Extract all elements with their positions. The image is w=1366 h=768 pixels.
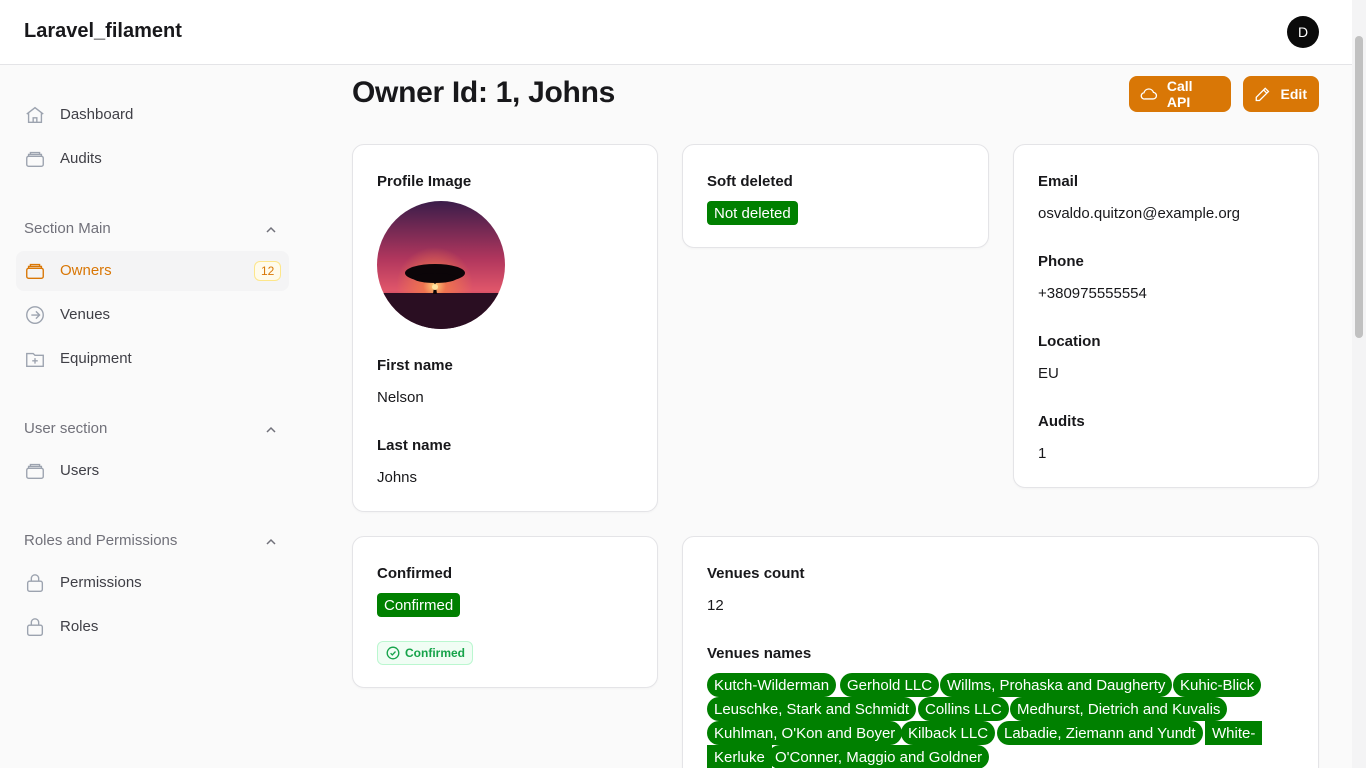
venue-badge: Kilback LLC xyxy=(901,721,996,745)
sidebar-item-dashboard[interactable]: Dashboard xyxy=(16,95,289,135)
email-label: Email xyxy=(1038,173,1079,190)
sidebar-item-label: Audits xyxy=(60,150,102,167)
first-name-label: First name xyxy=(377,357,453,374)
arrow-circle-icon xyxy=(26,306,44,324)
group-roles-permissions[interactable]: Roles and Permissions xyxy=(24,532,282,552)
user-avatar[interactable]: D xyxy=(1287,16,1319,48)
scrollbar-thumb[interactable] xyxy=(1355,36,1363,338)
lock-icon xyxy=(26,574,44,592)
sidebar-item-venues[interactable]: Venues xyxy=(16,295,289,335)
venue-badge: Labadie, Ziemann and Yundt xyxy=(997,721,1203,745)
sidebar: Dashboard Audits Section Main Owners 12 … xyxy=(0,65,305,768)
sidebar-item-label: Users xyxy=(60,462,100,479)
group-user-section[interactable]: User section xyxy=(24,420,282,440)
confirmed-label: Confirmed xyxy=(377,565,452,582)
venue-badge: Collins LLC xyxy=(918,697,1009,721)
stack-icon xyxy=(26,151,44,168)
button-label: Call API xyxy=(1166,78,1193,110)
count-badge: 12 xyxy=(254,261,282,281)
cloud-icon xyxy=(1140,88,1158,100)
profile-image-label: Profile Image xyxy=(377,173,472,190)
venue-badge: Kuhic-Blick xyxy=(1173,673,1262,697)
soft-deleted-label: Soft deleted xyxy=(707,173,793,190)
first-name-value: Nelson xyxy=(377,389,424,406)
profile-card: Profile Image First name Nelson Last nam… xyxy=(352,144,658,512)
group-section-main[interactable]: Section Main xyxy=(24,220,282,240)
group-title: User section xyxy=(24,420,108,437)
group-title: Roles and Permissions xyxy=(24,532,178,549)
home-icon xyxy=(26,106,44,124)
venue-badge: Willms, Prohaska and Daugherty xyxy=(940,673,1173,697)
sidebar-item-audits[interactable]: Audits xyxy=(16,139,289,179)
last-name-value: Johns xyxy=(377,469,418,486)
venue-badge: O'Conner, Maggio and Goldner xyxy=(768,745,990,768)
check-circle-icon xyxy=(386,646,400,660)
venue-badge: Leuschke, Stark and Schmidt xyxy=(707,697,917,721)
sidebar-item-label: Permissions xyxy=(60,574,142,591)
brand-logo[interactable]: Laravel_filament xyxy=(24,20,182,43)
chevron-up-icon[interactable] xyxy=(264,223,278,237)
chevron-up-icon[interactable] xyxy=(264,535,278,549)
venue-badge: Kerluke xyxy=(707,745,772,768)
group-title: Section Main xyxy=(24,220,111,237)
confirmed-status-chip: Confirmed xyxy=(377,641,473,665)
venues-count-label: Venues count xyxy=(707,565,805,582)
sidebar-item-permissions[interactable]: Permissions xyxy=(16,563,289,603)
soft-deleted-card: Soft deleted Not deleted xyxy=(682,144,989,248)
venues-card: Venues count 12 Venues names Kutch-Wilde… xyxy=(682,536,1319,768)
pencil-icon xyxy=(1255,87,1270,102)
edit-button[interactable]: Edit xyxy=(1243,76,1319,112)
contact-card: Email osvaldo.quitzon@example.org Phone … xyxy=(1013,144,1319,488)
chip-label: Confirmed xyxy=(405,646,465,660)
stack-icon xyxy=(26,463,44,480)
confirmed-badge: Confirmed xyxy=(377,593,461,617)
venue-badge: Gerhold LLC xyxy=(840,673,940,697)
confirmed-card: Confirmed Confirmed Confirmed xyxy=(352,536,658,688)
audits-label: Audits xyxy=(1038,413,1085,430)
phone-value: +380975555554 xyxy=(1038,285,1147,302)
venue-badge: Kutch-Wilderman xyxy=(707,673,837,697)
sidebar-item-equipment[interactable]: Equipment xyxy=(16,339,289,379)
lock-icon xyxy=(26,618,44,636)
chevron-up-icon[interactable] xyxy=(264,423,278,437)
folder-plus-icon xyxy=(26,352,44,368)
last-name-label: Last name xyxy=(377,437,452,454)
sidebar-item-label: Equipment xyxy=(60,350,132,367)
page-title: Owner Id: 1, Johns xyxy=(352,76,615,109)
profile-image xyxy=(377,201,505,329)
venue-badge: Kuhlman, O'Kon and Boyer xyxy=(707,721,903,745)
phone-label: Phone xyxy=(1038,253,1084,270)
sidebar-item-roles[interactable]: Roles xyxy=(16,607,289,647)
stack-icon xyxy=(26,263,44,280)
audits-value: 1 xyxy=(1038,445,1047,462)
call-api-button[interactable]: Call API xyxy=(1129,76,1231,112)
sidebar-item-users[interactable]: Users xyxy=(16,451,289,491)
sidebar-item-label: Owners xyxy=(60,262,112,279)
sidebar-item-label: Roles xyxy=(60,618,99,635)
sidebar-item-label: Venues xyxy=(60,306,111,323)
venue-badge: White- xyxy=(1205,721,1263,745)
top-bar: Laravel_filament D xyxy=(0,0,1366,65)
venue-badge: Medhurst, Dietrich and Kuvalis xyxy=(1010,697,1228,721)
venues-count-value: 12 xyxy=(707,597,724,614)
sidebar-item-label: Dashboard xyxy=(60,106,134,123)
sidebar-item-owners[interactable]: Owners 12 xyxy=(16,251,289,291)
soft-deleted-badge: Not deleted xyxy=(707,201,798,225)
location-label: Location xyxy=(1038,333,1101,350)
email-value: osvaldo.quitzon@example.org xyxy=(1038,205,1241,222)
venues-names-label: Venues names xyxy=(707,645,812,662)
button-label: Edit xyxy=(1280,86,1307,102)
location-value: EU xyxy=(1038,365,1059,382)
